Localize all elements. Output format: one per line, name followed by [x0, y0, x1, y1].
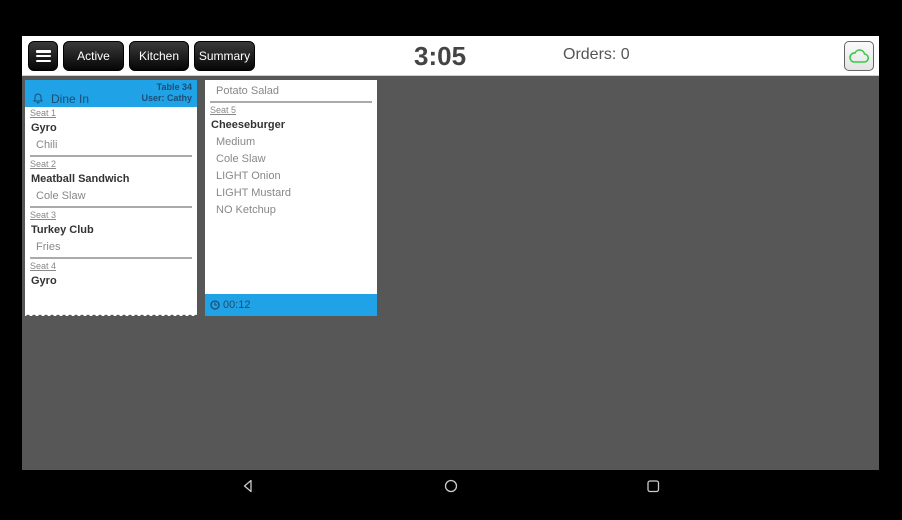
seat-divider — [30, 206, 192, 208]
recents-icon[interactable] — [646, 479, 660, 493]
top-toolbar: Active Kitchen Summary 3:05 Orders: 0 — [22, 36, 879, 76]
ticket-torn-edge — [205, 77, 377, 81]
seat-divider — [30, 155, 192, 157]
seat-label: Seat 2 — [30, 159, 57, 169]
orders-count: Orders: 0 — [563, 46, 630, 63]
seat-divider — [30, 257, 192, 259]
order-ticket[interactable]: Dine In Table 34 User: Cathy Seat 1 Gyro… — [25, 80, 197, 317]
android-nav-bar — [22, 470, 879, 502]
home-icon[interactable] — [444, 479, 458, 493]
kitchen-button[interactable]: Kitchen — [129, 41, 189, 71]
seat-label: Seat 1 — [30, 108, 57, 118]
menu-item[interactable]: Cheeseburger — [205, 117, 377, 134]
item-modifier: LIGHT Mustard — [216, 187, 291, 199]
active-button[interactable]: Active — [63, 41, 124, 71]
clock-icon — [210, 300, 220, 310]
menu-item[interactable]: Gyro — [25, 273, 197, 290]
hamburger-menu-icon — [35, 50, 51, 62]
device-frame: Active Kitchen Summary 3:05 Orders: 0 Di… — [0, 0, 902, 520]
ticket-footer: 00:12 — [205, 294, 377, 316]
item-modifier: Medium — [216, 136, 256, 148]
elapsed-time: 00:12 — [223, 299, 251, 311]
item-modifier: Cole Slaw — [216, 153, 266, 165]
sync-button[interactable] — [844, 41, 874, 71]
item-modifier: Chili — [36, 139, 58, 151]
ticket-header: Dine In Table 34 User: Cathy — [25, 80, 197, 107]
summary-button[interactable]: Summary — [194, 41, 255, 71]
menu-item[interactable]: Turkey Club — [25, 222, 197, 239]
seat-label: Seat 5 — [210, 105, 237, 115]
item-modifier: Cole Slaw — [36, 190, 86, 202]
menu-button[interactable] — [28, 41, 58, 71]
bell-icon — [33, 93, 43, 104]
server-name: User: Cathy — [141, 93, 192, 103]
seat-divider — [210, 101, 372, 103]
seat-label: Seat 4 — [30, 261, 57, 271]
clock: 3:05 — [414, 41, 467, 71]
item-modifier: NO Ketchup — [216, 204, 276, 216]
menu-item[interactable]: Gyro — [25, 120, 197, 137]
cloud-icon — [849, 49, 869, 63]
menu-item[interactable]: Meatball Sandwich — [25, 171, 197, 188]
app-screen: Active Kitchen Summary 3:05 Orders: 0 Di… — [22, 36, 879, 470]
seat-label: Seat 3 — [30, 210, 57, 220]
item-modifier: Fries — [36, 241, 61, 253]
order-ticket-continued[interactable]: Potato Salad Seat 5 Cheeseburger Medium … — [205, 77, 377, 316]
back-icon[interactable] — [242, 479, 254, 493]
item-modifier: Potato Salad — [216, 85, 279, 97]
ticket-torn-edge — [25, 313, 197, 317]
order-type: Dine In — [51, 92, 90, 106]
table-number: Table 34 — [156, 82, 192, 92]
item-modifier: LIGHT Onion — [216, 170, 281, 182]
